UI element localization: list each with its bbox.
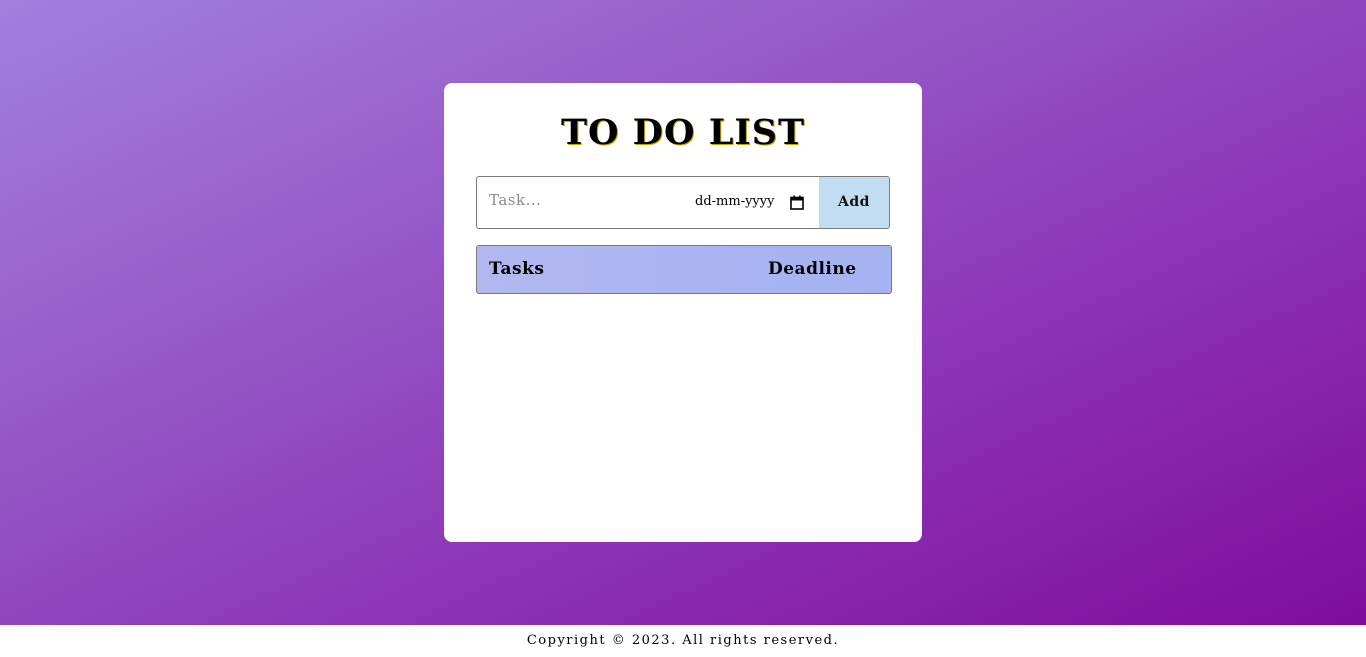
footer: Copyright © 2023. All rights reserved. [0,625,1366,657]
page-title: TO DO LIST [560,112,806,153]
add-button[interactable]: Add [819,177,889,228]
column-header-tasks: Tasks [489,259,545,279]
copyright-text: Copyright © 2023. All rights reserved. [526,633,840,648]
deadline-date-input[interactable]: dd-mm-yyyy [695,194,774,209]
column-header-deadline: Deadline [768,259,857,279]
task-table-header: Tasks Deadline [476,245,892,294]
task-form: Task... dd-mm-yyyy Add [476,176,890,229]
task-input[interactable]: Task... [489,191,541,209]
calendar-icon[interactable] [790,195,804,210]
